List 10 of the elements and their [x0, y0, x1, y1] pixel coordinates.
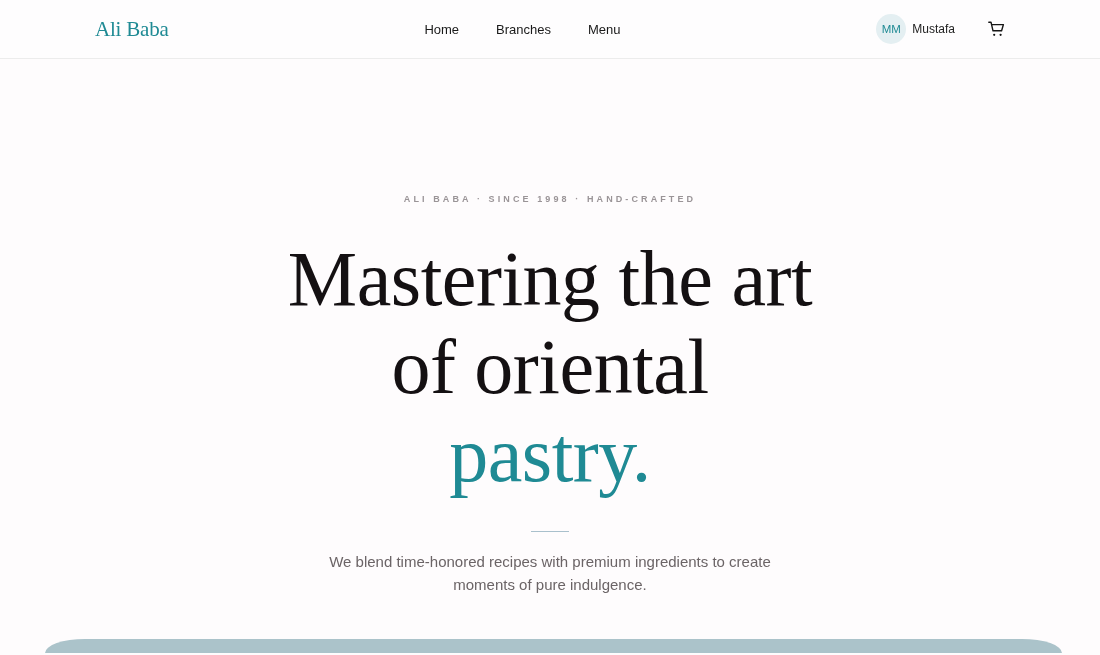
cart-icon[interactable]: [988, 21, 1005, 37]
hero-headline: Mastering the art of oriental pastry.: [286, 235, 814, 499]
user-avatar[interactable]: MM: [876, 14, 907, 44]
logo[interactable]: Ali Baba: [95, 16, 169, 42]
nav-link[interactable]: Home: [424, 21, 460, 37]
user-name[interactable]: Mustafa: [912, 22, 955, 36]
nav-link[interactable]: Branches: [496, 21, 551, 37]
eyebrow-text: ALI BABA · SINCE 1998 · HAND-CRAFTED: [403, 193, 697, 205]
intro-paragraph: We blend time-honored recipes with premium ingredients to create moments of pure indulgence.: [328, 552, 772, 595]
nav-link[interactable]: Menu: [588, 21, 621, 37]
